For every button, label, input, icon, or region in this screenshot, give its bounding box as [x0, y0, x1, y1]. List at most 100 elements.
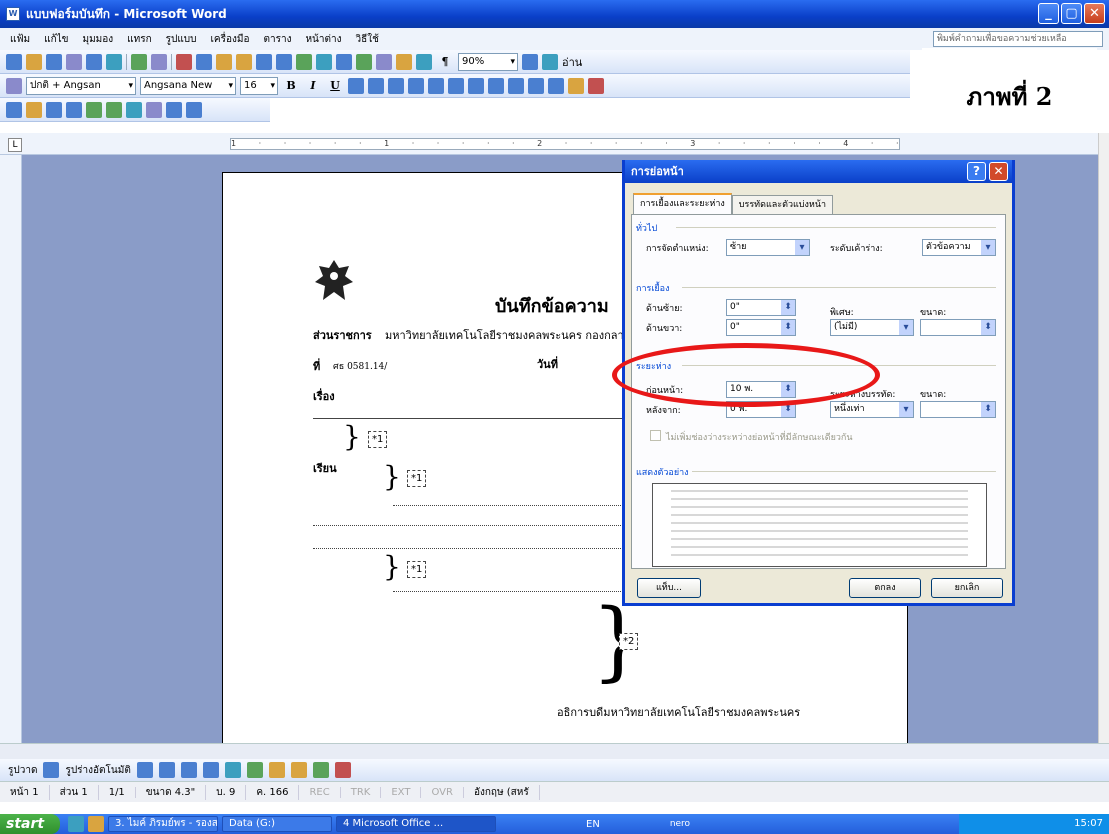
taskbar-item-drive[interactable]: Data (G:) — [222, 816, 332, 832]
style-select[interactable]: ปกติ + Angsan — [26, 76, 136, 95]
sort-descending-icon[interactable] — [106, 101, 122, 118]
paste-icon[interactable] — [216, 53, 232, 70]
alignment-select[interactable]: ซ้าย — [726, 239, 810, 256]
quick-launch-icon[interactable] — [88, 816, 104, 832]
rectangle-icon[interactable] — [180, 762, 197, 778]
database-icon[interactable] — [146, 101, 162, 118]
status-ext[interactable]: EXT — [381, 786, 422, 798]
tabs-button[interactable]: แท็บ... — [637, 578, 701, 598]
status-trk[interactable]: TRK — [341, 786, 382, 798]
autoshapes-menu[interactable]: รูปร่างอัตโนมัติ — [65, 763, 130, 778]
underline-button[interactable]: U — [326, 77, 344, 95]
tab-line-page-breaks[interactable]: บรรทัดและตัวแบ่งหน้า — [731, 195, 834, 214]
horizontal-ruler[interactable]: L 1 · · · · · 1 · · · · · 2 · · · · · 3 … — [0, 133, 1098, 155]
no-space-same-style-checkbox[interactable] — [650, 430, 661, 441]
view-merged-icon[interactable] — [186, 101, 202, 118]
line-color-icon[interactable] — [312, 762, 329, 778]
indent-by-spinner[interactable] — [920, 319, 996, 336]
merge-icon[interactable] — [166, 101, 182, 118]
undo-icon[interactable] — [256, 53, 272, 70]
increase-indent-icon[interactable] — [528, 77, 544, 94]
menu-help[interactable]: วิธีใช้ — [356, 32, 379, 47]
spelling-icon[interactable] — [131, 53, 147, 70]
highlight-icon[interactable] — [568, 77, 584, 94]
word-app-icon[interactable]: W — [6, 7, 20, 21]
clip-art-icon[interactable] — [268, 762, 285, 778]
decrease-indent-icon[interactable] — [508, 77, 524, 94]
text-box-icon[interactable] — [224, 762, 241, 778]
vertical-ruler[interactable] — [0, 155, 22, 743]
arrow-icon[interactable] — [158, 762, 175, 778]
redo-icon[interactable] — [276, 53, 292, 70]
read-icon[interactable] — [542, 53, 558, 70]
read-label[interactable]: อ่าน — [562, 53, 582, 71]
numbering-icon[interactable] — [468, 77, 484, 94]
insert-table-icon[interactable] — [336, 53, 352, 70]
placeholder-marker-1[interactable]: *1 — [368, 431, 388, 448]
menu-tools[interactable]: เครื่องมือ — [211, 32, 250, 47]
wordart-icon[interactable] — [246, 762, 263, 778]
fill-color-icon[interactable] — [290, 762, 307, 778]
quick-launch-icon[interactable] — [68, 816, 84, 832]
font-size-select[interactable]: 16 — [240, 76, 278, 95]
copy-icon[interactable] — [196, 53, 212, 70]
vertical-scrollbar[interactable] — [1098, 133, 1109, 743]
permission-icon[interactable] — [66, 53, 82, 70]
menu-view[interactable]: มุมมอง — [83, 32, 114, 47]
tab-indents-spacing[interactable]: การเยื้องและระยะห่าง — [633, 193, 732, 214]
status-ovr[interactable]: OVR — [421, 786, 464, 798]
line-spacing-select[interactable]: หนึ่งเท่า — [830, 401, 914, 418]
menu-format[interactable]: รูปแบบ — [166, 32, 197, 47]
outline-level-select[interactable]: ตัวข้อความ — [922, 239, 996, 256]
new-icon[interactable] — [6, 53, 22, 70]
document-map-icon[interactable] — [416, 53, 432, 70]
menu-table[interactable]: ตาราง — [263, 32, 291, 47]
italic-button[interactable]: I — [304, 77, 322, 95]
menu-file[interactable]: แฟ้ม — [10, 32, 30, 47]
align-center-icon[interactable] — [368, 77, 384, 94]
taskbar-item-word[interactable]: 4 Microsoft Office ... — [336, 816, 496, 832]
maximize-button[interactable]: ▢ — [1061, 3, 1082, 24]
close-button[interactable]: ✕ — [1084, 3, 1105, 24]
drawing-icon[interactable] — [396, 53, 412, 70]
insert-field-icon[interactable] — [126, 101, 142, 118]
draw-menu[interactable]: รูปวาด — [8, 763, 37, 778]
save-icon[interactable] — [46, 53, 62, 70]
font-color-icon[interactable] — [588, 77, 604, 94]
spacing-before-spinner[interactable]: 10 พ. — [726, 381, 796, 398]
minimize-button[interactable]: _ — [1038, 3, 1059, 24]
open-icon[interactable] — [26, 53, 42, 70]
special-select[interactable]: (ไม่มี) — [830, 319, 914, 336]
placeholder-marker-1[interactable]: *1 — [407, 470, 427, 487]
border-icon[interactable] — [548, 77, 564, 94]
horizontal-scrollbar[interactable] — [0, 743, 1109, 759]
help-icon[interactable] — [522, 53, 538, 70]
distributed-icon[interactable] — [428, 77, 444, 94]
align-right-icon[interactable] — [388, 77, 404, 94]
hyperlink-icon[interactable] — [296, 53, 312, 70]
spacing-after-spinner[interactable]: 0 พ. — [726, 401, 796, 418]
font-select[interactable]: Angsana New — [140, 76, 236, 95]
menu-window[interactable]: หน้าต่าง — [305, 32, 341, 47]
line-icon[interactable] — [136, 762, 153, 778]
sort-ascending-icon[interactable] — [86, 101, 102, 118]
print-preview-icon[interactable] — [106, 53, 122, 70]
delete-row-icon[interactable] — [66, 101, 82, 118]
indent-left-spinner[interactable]: 0" — [726, 299, 796, 316]
research-icon[interactable] — [151, 53, 167, 70]
indent-right-spinner[interactable]: 0" — [726, 319, 796, 336]
insert-row-icon[interactable] — [46, 101, 62, 118]
dialog-help-button[interactable]: ? — [967, 162, 986, 181]
line-spacing-at-spinner[interactable] — [920, 401, 996, 418]
oval-icon[interactable] — [202, 762, 219, 778]
edit-icon[interactable] — [6, 101, 22, 118]
taskbar-item-folder[interactable]: 3. ไมค์ ภิรมย์พร - รองส... — [108, 816, 218, 832]
cut-icon[interactable] — [176, 53, 192, 70]
tables-borders-icon[interactable] — [316, 53, 332, 70]
menu-insert[interactable]: แทรก — [127, 32, 151, 47]
bullets-icon[interactable] — [488, 77, 504, 94]
properties-icon[interactable] — [26, 101, 42, 118]
cancel-button[interactable]: ยกเลิก — [931, 578, 1003, 598]
bold-button[interactable]: B — [282, 77, 300, 95]
zoom-select[interactable]: 90% — [458, 52, 518, 71]
